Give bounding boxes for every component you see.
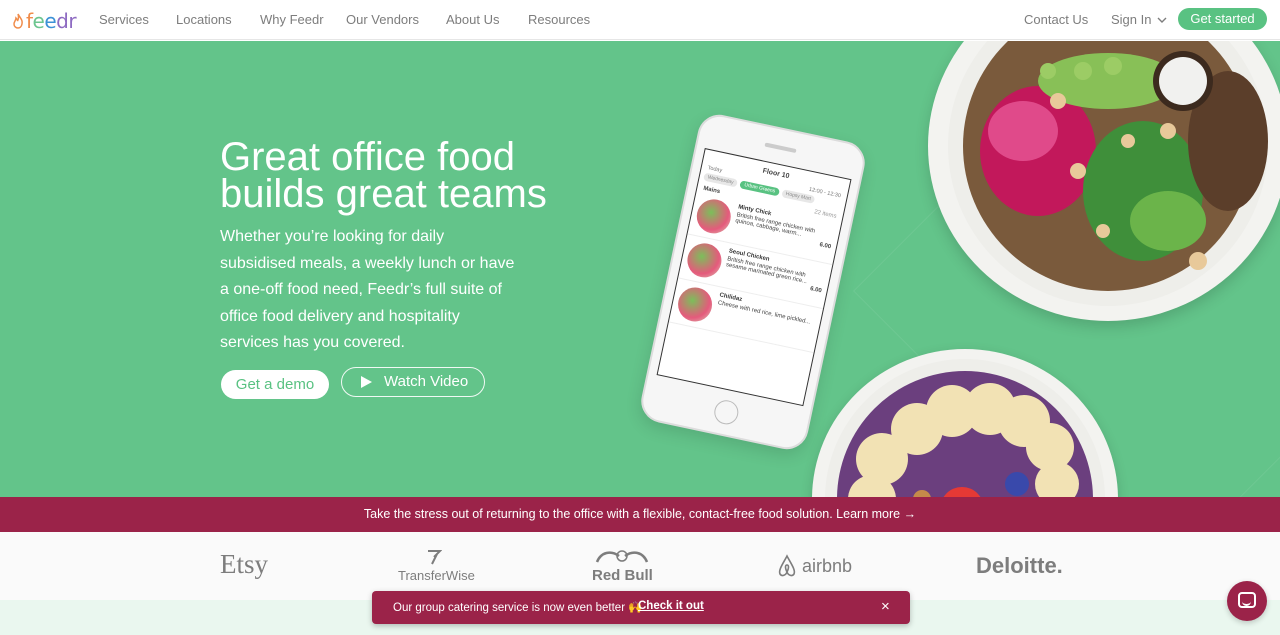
nav-our-vendors[interactable]: Our Vendors bbox=[346, 12, 419, 27]
sign-in-label: Sign In bbox=[1111, 12, 1152, 27]
chat-launcher-button[interactable] bbox=[1227, 581, 1267, 621]
deloitte-logo: Deloitte. bbox=[976, 553, 1063, 578]
toast-message: Our group catering service is now even b… bbox=[393, 602, 643, 614]
hero-section: Great office food builds great teams Whe… bbox=[0, 41, 1280, 497]
watch-video-button[interactable]: Watch Video bbox=[341, 367, 485, 397]
phone-screen: Floor 10 Today 12:00 - 12:30 Wednesday U… bbox=[656, 148, 852, 407]
watch-video-label: Watch Video bbox=[384, 373, 469, 390]
promo-banner[interactable]: Take the stress out of returning to the … bbox=[0, 497, 1280, 532]
redbull-mark-icon bbox=[595, 550, 649, 563]
feedr-flame-icon bbox=[13, 13, 23, 29]
top-navigation: feedr Services Locations Why Feedr Our V… bbox=[0, 0, 1280, 40]
airbnb-text: airbnb bbox=[802, 555, 853, 576]
nav-why-feedr[interactable]: Why Feedr bbox=[260, 12, 324, 27]
check-it-out-link[interactable]: Check it out bbox=[638, 600, 704, 612]
meal-image bbox=[674, 284, 716, 325]
hero-title-line2: builds great teams bbox=[220, 172, 547, 216]
chat-icon bbox=[1238, 592, 1256, 608]
hero-title: Great office food builds great teams bbox=[220, 137, 620, 216]
get-started-button[interactable]: Get started bbox=[1178, 8, 1267, 30]
phone-speaker bbox=[764, 142, 797, 154]
play-icon bbox=[361, 376, 372, 388]
nav-about-us[interactable]: About Us bbox=[446, 12, 499, 27]
meal-image bbox=[693, 196, 734, 237]
logo-text: feedr bbox=[26, 9, 77, 33]
chevron-down-icon bbox=[1157, 17, 1167, 23]
phone-home-button bbox=[712, 398, 741, 427]
nav-services[interactable]: Services bbox=[99, 12, 149, 27]
nav-sign-in[interactable]: Sign In bbox=[1111, 12, 1167, 27]
feedr-logo[interactable]: feedr bbox=[12, 9, 77, 33]
nav-locations[interactable]: Locations bbox=[176, 12, 232, 27]
transferwise-text: TransferWise bbox=[398, 568, 475, 583]
client-logos-strip: Etsy TransferWise Red Bull airbnb Deloit… bbox=[0, 532, 1280, 600]
get-a-demo-button[interactable]: Get a demo bbox=[221, 370, 329, 399]
redbull-logo: Red Bull bbox=[592, 548, 653, 584]
etsy-logo: Etsy bbox=[220, 549, 269, 579]
nav-contact-us[interactable]: Contact Us bbox=[1024, 12, 1088, 27]
transferwise-logo: TransferWise bbox=[398, 549, 475, 583]
phone-mockup: Floor 10 Today 12:00 - 12:30 Wednesday U… bbox=[637, 110, 869, 454]
redbull-text: Red Bull bbox=[592, 567, 653, 584]
meal-image bbox=[684, 240, 725, 281]
hero-subtitle: Whether you’re looking for daily subsidi… bbox=[220, 228, 515, 351]
close-icon[interactable]: × bbox=[881, 598, 890, 615]
transferwise-mark-icon bbox=[428, 550, 443, 565]
notification-toast: Our group catering service is now even b… bbox=[372, 591, 910, 624]
nav-resources[interactable]: Resources bbox=[528, 12, 590, 27]
airbnb-mark-icon bbox=[778, 554, 796, 577]
airbnb-logo: airbnb bbox=[776, 554, 852, 578]
